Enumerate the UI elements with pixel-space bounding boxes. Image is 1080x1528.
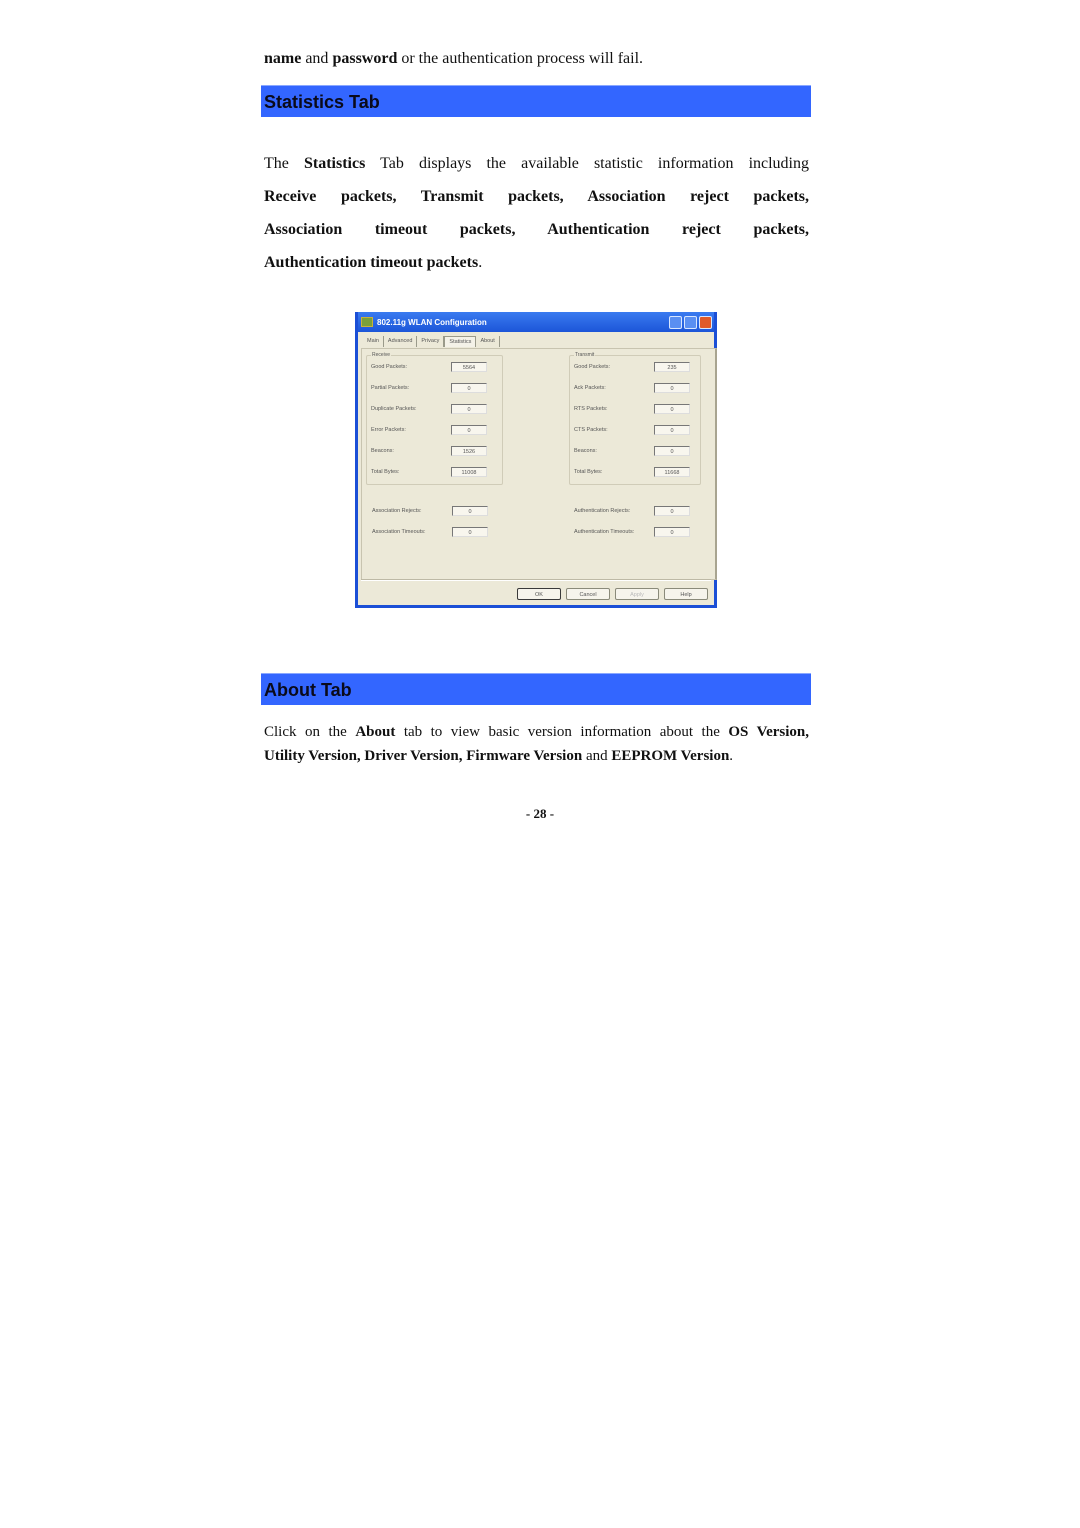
receive-row: Good Packets: 5564	[371, 362, 487, 372]
dialog-client: Main Advanced Privacy Statistics About R…	[358, 332, 717, 605]
association-timeouts-label: Association Timeouts:	[372, 529, 426, 535]
receive-group: Receive Good Packets: 5564 Partial Packet…	[366, 352, 503, 485]
authentication-rejects-row: Authentication Rejects: 0	[574, 506, 690, 516]
association-rejects-field: 0	[452, 506, 488, 516]
intro-bold-name: name	[264, 50, 302, 67]
transmit-beacons-field: 0	[654, 446, 690, 456]
receive-error-packets-label: Error Packets:	[371, 427, 406, 433]
receive-good-packets-field: 5564	[451, 362, 487, 372]
dialog-titlebar: 802.11g WLAN Configuration	[358, 312, 714, 332]
authentication-timeouts-row: Authentication Timeouts: 0	[574, 527, 690, 537]
receive-total-bytes-label: Total Bytes:	[371, 469, 400, 475]
tab-main[interactable]: Main	[363, 336, 384, 347]
close-icon[interactable]	[699, 315, 712, 329]
about-line-1: Click on the About tab to view basic ver…	[264, 724, 809, 740]
receive-row: Error Packets: 0	[371, 425, 487, 435]
dialog-separator	[361, 579, 711, 581]
transmit-rts-packets-label: RTS Packets:	[574, 406, 608, 412]
receive-partial-packets-label: Partial Packets:	[371, 385, 410, 391]
receive-beacons-label: Beacons:	[371, 448, 394, 454]
receive-good-packets-label: Good Packets:	[371, 364, 408, 370]
transmit-ack-packets-field: 0	[654, 383, 690, 393]
ok-button[interactable]: OK	[517, 588, 561, 600]
statistics-line-4: Authentication timeout packets.	[264, 254, 483, 271]
wlan-configuration-dialog: 802.11g WLAN Configuration Main Advanced…	[355, 312, 717, 608]
transmit-row: CTS Packets: 0	[574, 425, 690, 435]
statistics-line-2: Receive packets, Transmit packets, Assoc…	[264, 188, 809, 205]
intro-paragraph: name and password or the authentication …	[264, 49, 809, 68]
receive-row: Duplicate Packets: 0	[371, 404, 487, 414]
intro-text-rest: or the authentication process will fail.	[397, 50, 644, 67]
statistics-tab-heading: Statistics Tab	[261, 85, 811, 117]
receive-beacons-field: 1526	[451, 446, 487, 456]
receive-error-packets-field: 0	[451, 425, 487, 435]
authentication-timeouts-label: Authentication Timeouts:	[574, 529, 635, 535]
authentication-rejects-field: 0	[654, 506, 690, 516]
transmit-total-bytes-label: Total Bytes:	[574, 469, 603, 475]
cancel-button[interactable]: Cancel	[566, 588, 610, 600]
receive-total-bytes-field: 11008	[451, 467, 487, 477]
statistics-line-3: Association timeout packets, Authenticat…	[264, 221, 809, 238]
transmit-row: RTS Packets: 0	[574, 404, 690, 414]
transmit-cts-packets-label: CTS Packets:	[574, 427, 608, 433]
receive-partial-packets-field: 0	[451, 383, 487, 393]
app-icon	[361, 317, 373, 327]
statistics-paragraph: The Statistics Tab displays the availabl…	[264, 147, 809, 279]
transmit-row: Beacons: 0	[574, 446, 690, 456]
tab-about[interactable]: About	[476, 336, 500, 347]
help-icon[interactable]	[669, 315, 682, 329]
transmit-good-packets-field: 235	[654, 362, 690, 372]
intro-text: and	[301, 50, 333, 67]
receive-duplicate-packets-label: Duplicate Packets:	[371, 406, 417, 412]
authentication-timeouts-field: 0	[654, 527, 690, 537]
receive-row: Beacons: 1526	[371, 446, 487, 456]
intro-bold-password: password	[332, 50, 398, 67]
transmit-good-packets-label: Good Packets:	[574, 364, 611, 370]
about-line-2: Utility Version, Driver Version, Firmwar…	[264, 748, 734, 764]
association-timeouts-row: Association Timeouts: 0	[372, 527, 488, 537]
help-button[interactable]: Help	[664, 588, 708, 600]
statistics-line-1: The Statistics Tab displays the availabl…	[264, 155, 810, 172]
transmit-cts-packets-field: 0	[654, 425, 690, 435]
dialog-buttons: OK Cancel Apply Help	[517, 588, 708, 600]
tab-advanced[interactable]: Advanced	[384, 336, 418, 347]
dialog-title: 802.11g WLAN Configuration	[377, 317, 487, 327]
association-rejects-row: Association Rejects: 0	[372, 506, 488, 516]
about-tab-heading: About Tab	[261, 673, 811, 705]
receive-duplicate-packets-field: 0	[451, 404, 487, 414]
tab-statistics[interactable]: Statistics	[444, 336, 477, 347]
minimize-icon[interactable]	[684, 315, 697, 329]
apply-button[interactable]: Apply	[615, 588, 659, 600]
receive-row: Partial Packets: 0	[371, 383, 487, 393]
transmit-total-bytes-field: 11668	[654, 467, 690, 477]
transmit-ack-packets-label: Ack Packets:	[574, 385, 606, 391]
association-timeouts-field: 0	[452, 527, 488, 537]
dialog-tabs: Main Advanced Privacy Statistics About	[363, 336, 500, 347]
transmit-row: Total Bytes: 11668	[574, 467, 690, 477]
tab-privacy[interactable]: Privacy	[417, 336, 445, 347]
transmit-row: Ack Packets: 0	[574, 383, 690, 393]
transmit-group-label: Transmit	[574, 352, 596, 358]
page-number: - 28 -	[525, 806, 555, 821]
receive-row: Total Bytes: 11008	[371, 467, 487, 477]
statistics-panel: Receive Good Packets: 5564 Partial Packet…	[361, 348, 717, 580]
receive-group-label: Receive	[371, 352, 392, 358]
transmit-beacons-label: Beacons:	[574, 448, 597, 454]
about-paragraph: Click on the About tab to view basic ver…	[264, 720, 809, 768]
association-rejects-label: Association Rejects:	[372, 508, 422, 514]
transmit-group: Transmit Good Packets: 235 Ack Packets: 0 …	[569, 352, 701, 485]
transmit-row: Good Packets: 235	[574, 362, 690, 372]
authentication-rejects-label: Authentication Rejects:	[574, 508, 631, 514]
transmit-rts-packets-field: 0	[654, 404, 690, 414]
